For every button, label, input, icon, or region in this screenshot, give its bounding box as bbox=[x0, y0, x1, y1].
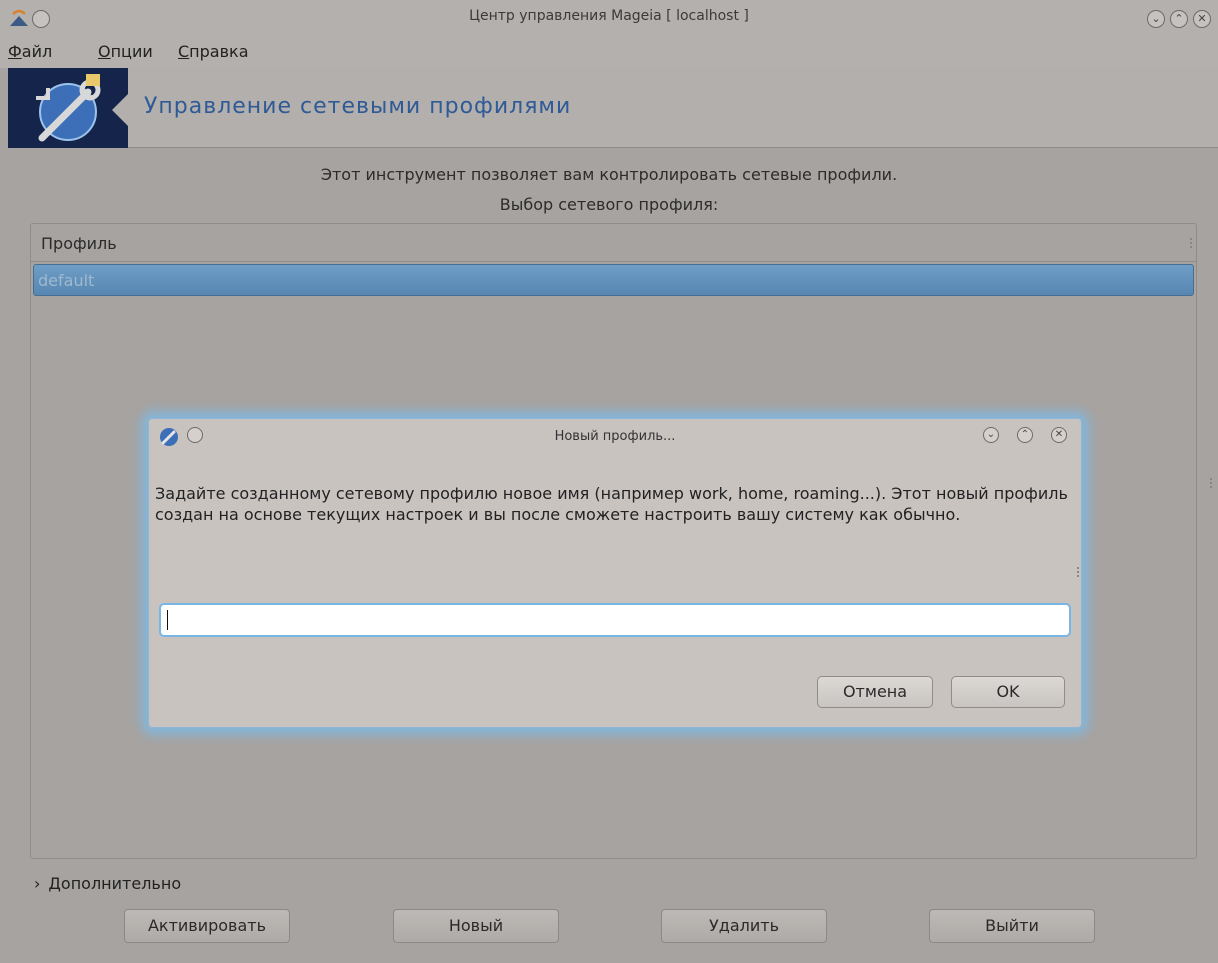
text-caret bbox=[167, 610, 168, 630]
network-tools-icon bbox=[36, 74, 101, 142]
window-titlebar: Центр управления Mageia [ localhost ] ⌄ … bbox=[0, 0, 1218, 38]
window-title: Центр управления Mageia [ localhost ] bbox=[469, 8, 749, 24]
profile-name: default bbox=[38, 271, 95, 290]
cancel-button[interactable]: Отмена bbox=[817, 676, 933, 708]
delete-button[interactable]: Удалить bbox=[661, 909, 827, 943]
header-banner: Управление сетевыми профилями bbox=[8, 68, 1218, 148]
banner-arrow bbox=[112, 90, 132, 130]
minimize-icon[interactable]: ⌄ bbox=[1147, 10, 1165, 28]
maximize-icon[interactable]: ⌃ bbox=[1170, 10, 1188, 28]
exit-button[interactable]: Выйти bbox=[929, 909, 1095, 943]
menu-options-mnemonic: О bbox=[98, 42, 111, 61]
close-icon[interactable]: ✕ bbox=[1193, 10, 1211, 28]
menu-bar: Файл Опции Справка bbox=[0, 38, 1218, 68]
dialog-resize-handle[interactable] bbox=[1077, 567, 1079, 579]
menu-help-label: правка bbox=[189, 42, 249, 61]
advanced-label: Дополнительно bbox=[48, 874, 182, 893]
ok-button[interactable]: OK bbox=[951, 676, 1065, 708]
menu-file[interactable]: Файл bbox=[8, 42, 52, 61]
profile-select-label: Выбор сетевого профиля: bbox=[499, 195, 719, 214]
panel-resize-handle[interactable] bbox=[1210, 478, 1212, 490]
dialog-close-icon[interactable]: ✕ bbox=[1051, 427, 1067, 443]
menu-options[interactable]: Опции bbox=[98, 42, 153, 61]
column-resize-handle[interactable] bbox=[1190, 238, 1192, 250]
description-text: Этот инструмент позволяет вам контролиро… bbox=[320, 165, 898, 184]
chevron-right-icon: › bbox=[34, 874, 41, 893]
dialog-minimize-icon[interactable]: ⌄ bbox=[983, 427, 999, 443]
page-title: Управление сетевыми профилями bbox=[144, 94, 572, 119]
new-button[interactable]: Новый bbox=[393, 909, 559, 943]
dialog-maximize-icon[interactable]: ⌃ bbox=[1017, 427, 1033, 443]
dialog-title: Новый профиль... bbox=[554, 429, 676, 444]
banner-icon-tile bbox=[8, 68, 128, 148]
new-profile-dialog: Новый профиль... ⌄ ⌃ ✕ Задайте созданном… bbox=[148, 418, 1082, 728]
dialog-message: Задайте созданному сетевому профилю ново… bbox=[155, 484, 1068, 524]
menu-file-mnemonic: Ф bbox=[8, 42, 22, 61]
profile-column-label: Профиль bbox=[41, 234, 117, 253]
menu-help-mnemonic: С bbox=[178, 42, 190, 61]
list-item[interactable]: default bbox=[33, 264, 1194, 296]
menu-options-label: пции bbox=[110, 42, 153, 61]
menu-help[interactable]: Справка bbox=[178, 42, 249, 61]
menu-file-label: айл bbox=[21, 42, 53, 61]
profile-column-header[interactable]: Профиль bbox=[31, 224, 1196, 262]
activate-button[interactable]: Активировать bbox=[124, 909, 290, 943]
profile-name-input[interactable] bbox=[159, 603, 1071, 637]
advanced-expander[interactable]: › Дополнительно bbox=[34, 874, 181, 893]
